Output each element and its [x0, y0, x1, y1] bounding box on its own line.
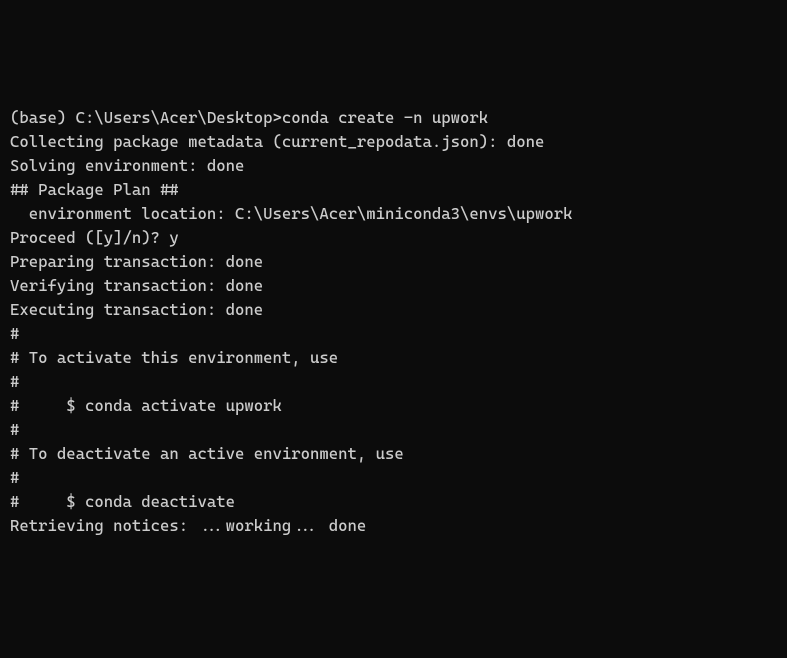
- terminal-line: Executing transaction: done: [10, 298, 777, 322]
- terminal-line: # To deactivate an active environment, u…: [10, 442, 777, 466]
- terminal-line: Proceed ([y]/n)? y: [10, 226, 777, 250]
- terminal-output[interactable]: (base) C:\Users\Acer\Desktop>conda creat…: [10, 106, 777, 538]
- terminal-line: Retrieving notices: ...working... done: [10, 514, 777, 538]
- terminal-line: #: [10, 418, 777, 442]
- terminal-line: # $ conda activate upwork: [10, 394, 777, 418]
- terminal-line: Preparing transaction: done: [10, 250, 777, 274]
- terminal-line: #: [10, 370, 777, 394]
- terminal-line: # $ conda deactivate: [10, 490, 777, 514]
- terminal-line: # To activate this environment, use: [10, 346, 777, 370]
- terminal-line: ## Package Plan ##: [10, 178, 777, 202]
- terminal-line: #: [10, 466, 777, 490]
- terminal-line: environment location: C:\Users\Acer\mini…: [10, 202, 777, 226]
- terminal-line: (base) C:\Users\Acer\Desktop>conda creat…: [10, 106, 777, 130]
- terminal-line: Solving environment: done: [10, 154, 777, 178]
- terminal-line: Verifying transaction: done: [10, 274, 777, 298]
- terminal-line: #: [10, 322, 777, 346]
- terminal-line: Collecting package metadata (current_rep…: [10, 130, 777, 154]
